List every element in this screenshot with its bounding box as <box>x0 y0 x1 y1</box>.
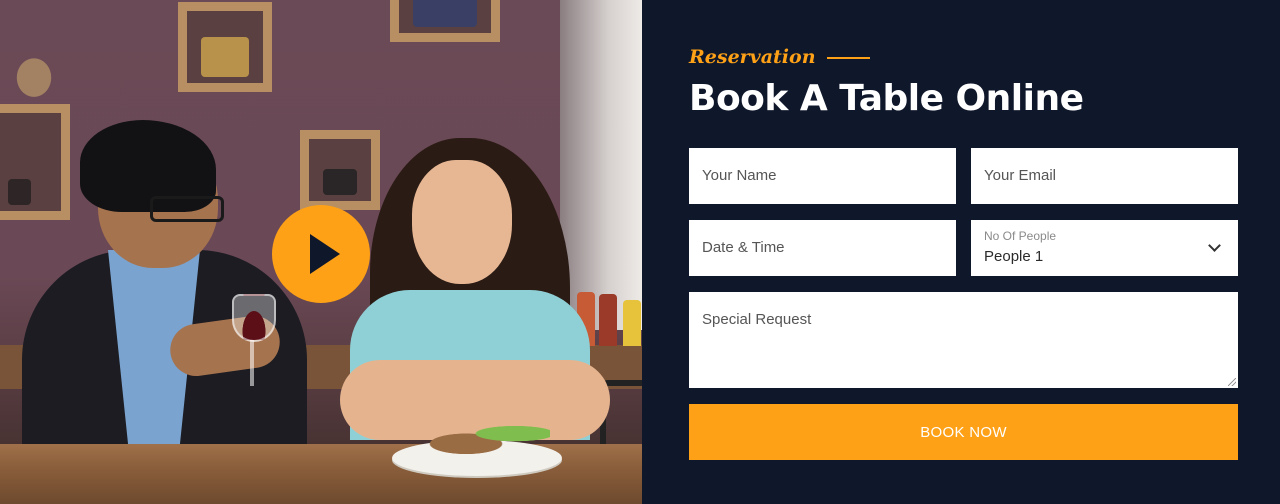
book-now-button[interactable]: BOOK NOW <box>689 404 1238 460</box>
background-wall <box>560 0 642 330</box>
resize-handle[interactable] <box>1228 378 1236 386</box>
special-request-textarea[interactable]: Special Request <box>689 292 1238 388</box>
wall-shelf <box>178 2 272 92</box>
page-title: Book A Table Online <box>689 78 1084 119</box>
name-field[interactable]: Your Name <box>689 148 956 204</box>
glasses <box>150 196 224 222</box>
kicker-line <box>826 57 870 59</box>
wine-glass-stem <box>250 340 254 386</box>
restaurant-video-thumbnail <box>0 0 642 504</box>
shelf-figurine <box>4 44 64 100</box>
woman-face <box>412 160 512 284</box>
people-value: People 1 <box>984 248 1044 265</box>
booking-panel: Reservation Book A Table Online Your Nam… <box>642 0 1280 504</box>
section-kicker: Reservation <box>689 46 870 68</box>
email-placeholder: Your Email <box>984 167 1056 184</box>
play-video-button[interactable] <box>272 205 370 303</box>
name-placeholder: Your Name <box>702 167 777 184</box>
kicker-text: Reservation <box>689 46 816 68</box>
chevron-down-icon <box>1208 239 1221 252</box>
datetime-placeholder: Date & Time <box>702 239 785 256</box>
request-placeholder: Special Request <box>702 311 812 328</box>
wine-glass <box>232 294 276 342</box>
wall-shelf <box>0 104 70 220</box>
wall-shelf <box>300 130 380 210</box>
salad <box>410 420 550 454</box>
people-label: No Of People <box>984 229 1057 243</box>
reservation-section: Reservation Book A Table Online Your Nam… <box>0 0 1280 504</box>
people-select[interactable]: No Of People People 1 <box>971 220 1238 276</box>
datetime-field[interactable]: Date & Time <box>689 220 956 276</box>
wall-shelf <box>390 0 500 42</box>
email-field[interactable]: Your Email <box>971 148 1238 204</box>
play-icon <box>310 234 340 274</box>
